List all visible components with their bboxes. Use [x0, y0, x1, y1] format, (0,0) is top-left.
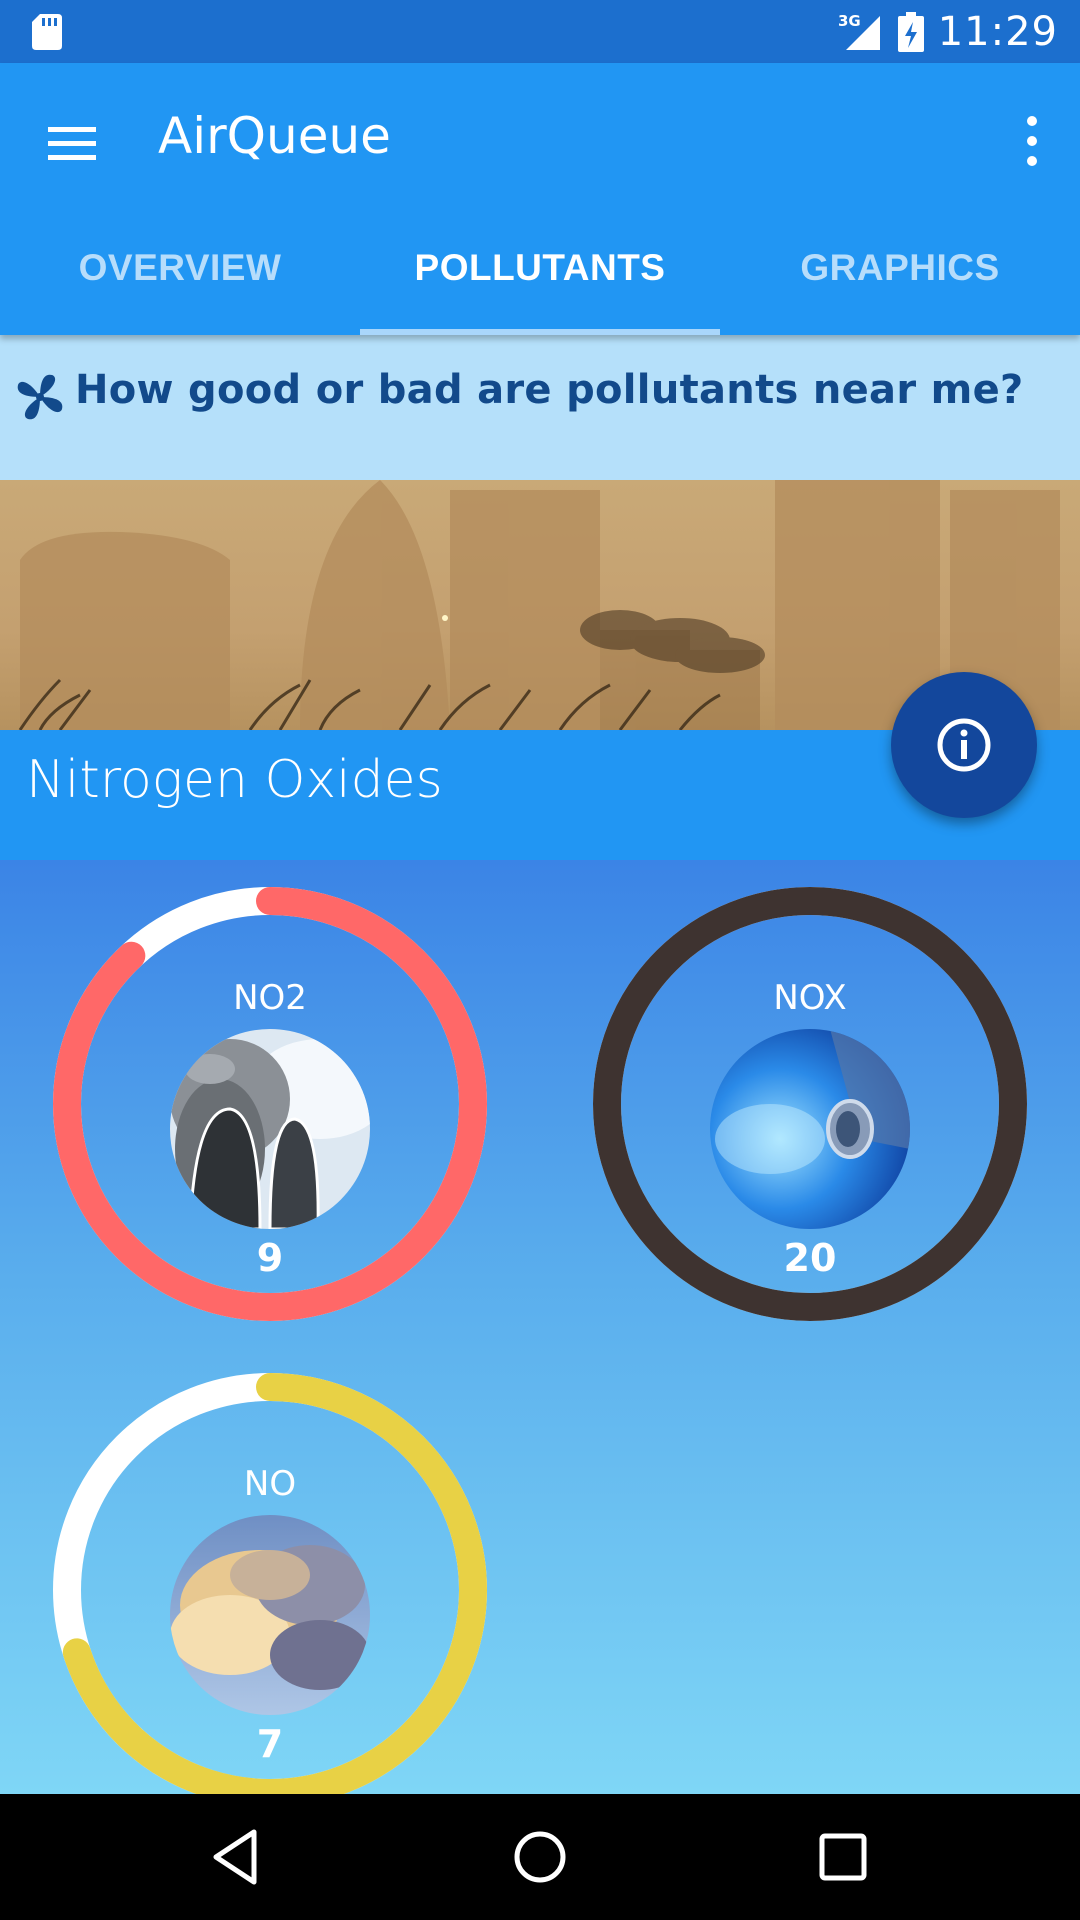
- app-title: AirQueue: [158, 107, 391, 165]
- question-strip: How good or bad are pollutants near me?: [0, 335, 1080, 480]
- pollutant-grid: NO2 9 NOX 20 NO 7: [0, 860, 1080, 1794]
- gauge-label: NOX: [773, 978, 847, 1018]
- signal-icon: 3G: [838, 12, 880, 50]
- back-icon[interactable]: [204, 1824, 270, 1890]
- clouds-image: [170, 1515, 370, 1715]
- fan-icon: [17, 374, 63, 420]
- gauge-label: NO: [243, 1464, 297, 1504]
- gauge-nox[interactable]: NOX 20: [590, 884, 1030, 1324]
- tab-overview[interactable]: OVERVIEW: [0, 201, 360, 335]
- clock: 11:29: [937, 8, 1058, 55]
- gauge-label: NO2: [233, 978, 307, 1018]
- smoke-stacks-image: [170, 1029, 370, 1229]
- gauge-value: 20: [783, 1236, 837, 1280]
- exhaust-pipe-image: [710, 1029, 910, 1229]
- status-bar: 3G 11:29: [0, 0, 1080, 63]
- info-button[interactable]: [891, 672, 1037, 818]
- gauge-value: 7: [256, 1722, 284, 1766]
- gauge-no[interactable]: NO 7: [50, 1370, 490, 1794]
- battery-icon: [897, 11, 924, 52]
- question-text: How good or bad are pollutants near me?: [75, 367, 1024, 413]
- menu-icon[interactable]: [44, 115, 100, 171]
- more-vert-icon[interactable]: [1020, 111, 1044, 171]
- sd-card-icon: [32, 14, 62, 50]
- tab-bar: OVERVIEW POLLUTANTS GRAPHICS: [0, 201, 1080, 335]
- section-title: Nitrogen Oxides: [26, 750, 443, 810]
- info-icon: [937, 718, 991, 772]
- tab-graphics[interactable]: GRAPHICS: [720, 201, 1080, 335]
- gauge-no2[interactable]: NO2 9: [50, 884, 490, 1324]
- navigation-bar: [0, 1794, 1080, 1920]
- gauge-value: 9: [256, 1236, 284, 1280]
- network-type: 3G: [838, 12, 861, 30]
- tab-pollutants[interactable]: POLLUTANTS: [360, 201, 720, 335]
- app-bar: AirQueue OVERVIEW POLLUTANTS GRAPHICS: [0, 63, 1080, 335]
- recents-icon[interactable]: [810, 1824, 876, 1890]
- home-icon[interactable]: [507, 1824, 573, 1890]
